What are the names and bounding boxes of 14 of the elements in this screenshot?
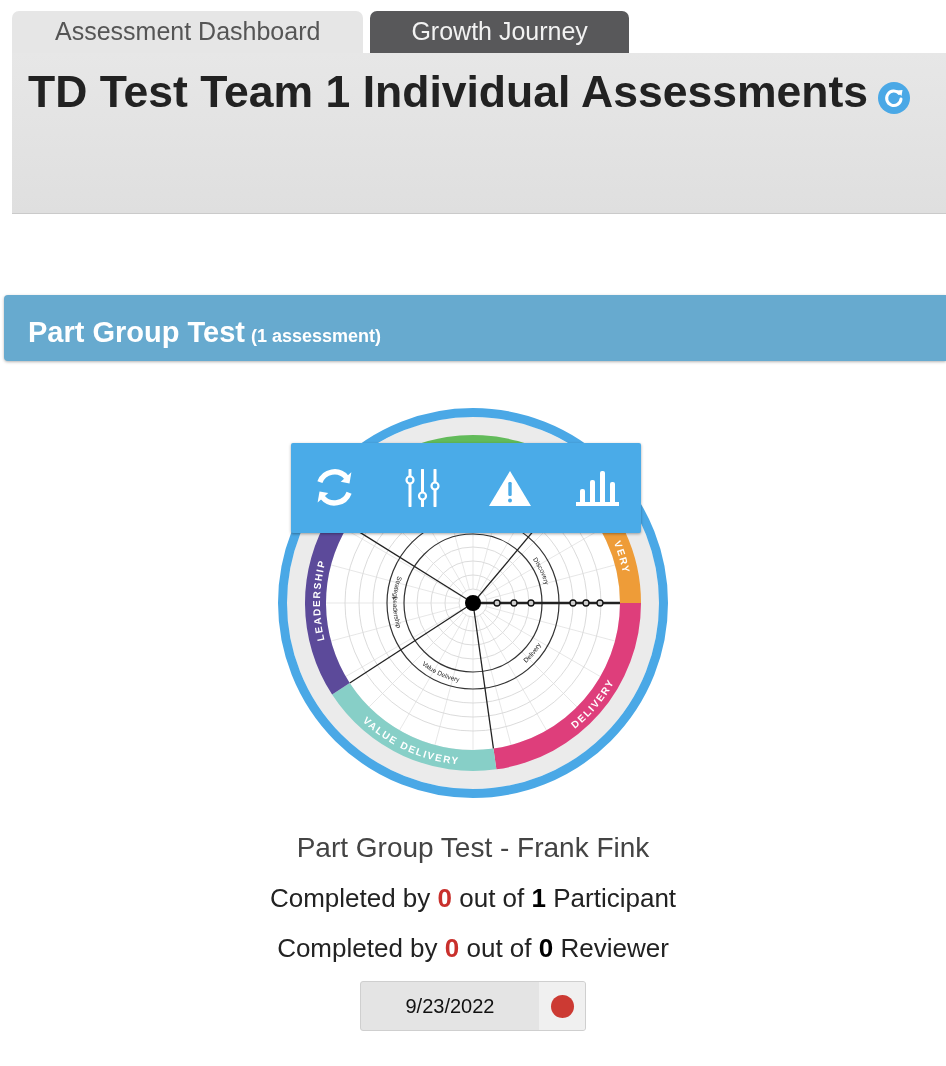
completion-text: Completed by 0 out of 0 Reviewer bbox=[277, 931, 669, 965]
sliders-icon bbox=[403, 469, 441, 507]
center-dot-icon bbox=[465, 595, 481, 611]
group-title: Part Group Test bbox=[28, 316, 245, 349]
completion-text: Completed by 0 out of 1 Participant bbox=[269, 881, 677, 915]
warning-icon bbox=[488, 470, 531, 506]
refresh-icon[interactable] bbox=[878, 82, 910, 114]
page-title: TD Test Team 1 Individual Assessments bbox=[28, 67, 868, 117]
assessment-count: (1 assessment) bbox=[251, 325, 382, 348]
tab[interactable]: Growth Journey bbox=[370, 11, 629, 53]
assessment-name: Part Group Test - Frank Fink bbox=[296, 831, 650, 865]
tab[interactable]: Assessment Dashboard bbox=[12, 11, 364, 53]
bar-chart-icon bbox=[575, 470, 619, 506]
date-text: 9/23/2022 bbox=[405, 994, 495, 1019]
